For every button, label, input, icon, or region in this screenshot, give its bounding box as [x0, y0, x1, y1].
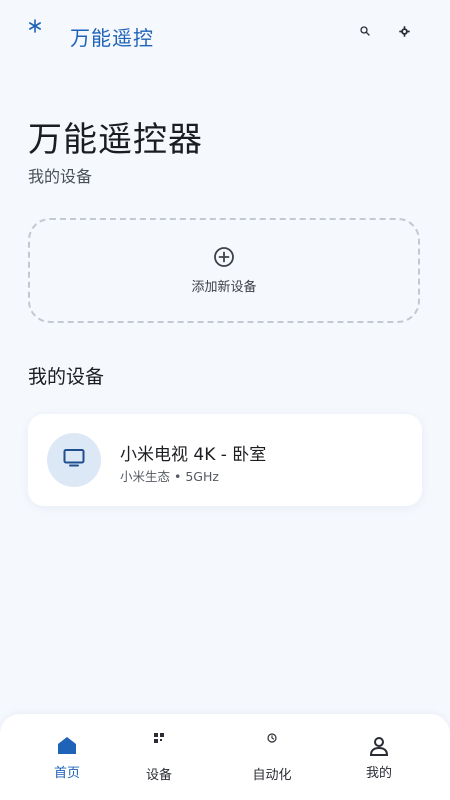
nav-label-profile: 我的 [365, 766, 392, 781]
nav-item-profile[interactable]: 我的 [334, 714, 424, 800]
tv-icon [63, 448, 85, 472]
person-icon [334, 736, 424, 756]
nav-item-devices[interactable]: 设备 [114, 714, 204, 800]
gear-icon[interactable] [395, 22, 413, 40]
devices-icon [114, 733, 204, 743]
device-meta: 小米生态 • 5GHz [120, 469, 219, 484]
nav-label-devices: 设备 [145, 768, 172, 783]
app-title: 万能遥控 [70, 26, 154, 50]
add-circle-icon [213, 246, 235, 268]
device-avatar [47, 433, 101, 487]
nav-label-automation: 自动化 [252, 768, 292, 783]
app-bar: 万能遥控 [0, 0, 450, 72]
nav-label-home: 首页 [53, 766, 80, 781]
add-device-label: 添加新设备 [191, 280, 257, 295]
device-card[interactable]: 小米电视 4K - 卧室 小米生态 • 5GHz [28, 414, 422, 506]
search-icon[interactable] [356, 22, 374, 40]
asterisk-logo-icon [28, 18, 42, 33]
section-title-my-devices: 我的设备 [28, 366, 105, 388]
page-subtitle: 我的设备 [28, 167, 93, 186]
bottom-nav: 首页 设备 自动化 我的 [0, 714, 450, 800]
clock-icon [227, 733, 317, 743]
page-title: 万能遥控器 [28, 120, 203, 160]
home-icon [22, 736, 112, 755]
device-name: 小米电视 4K - 卧室 [120, 445, 267, 465]
nav-item-automation[interactable]: 自动化 [227, 714, 317, 800]
nav-item-home[interactable]: 首页 [22, 714, 112, 800]
add-device-button[interactable]: 添加新设备 [28, 218, 420, 323]
